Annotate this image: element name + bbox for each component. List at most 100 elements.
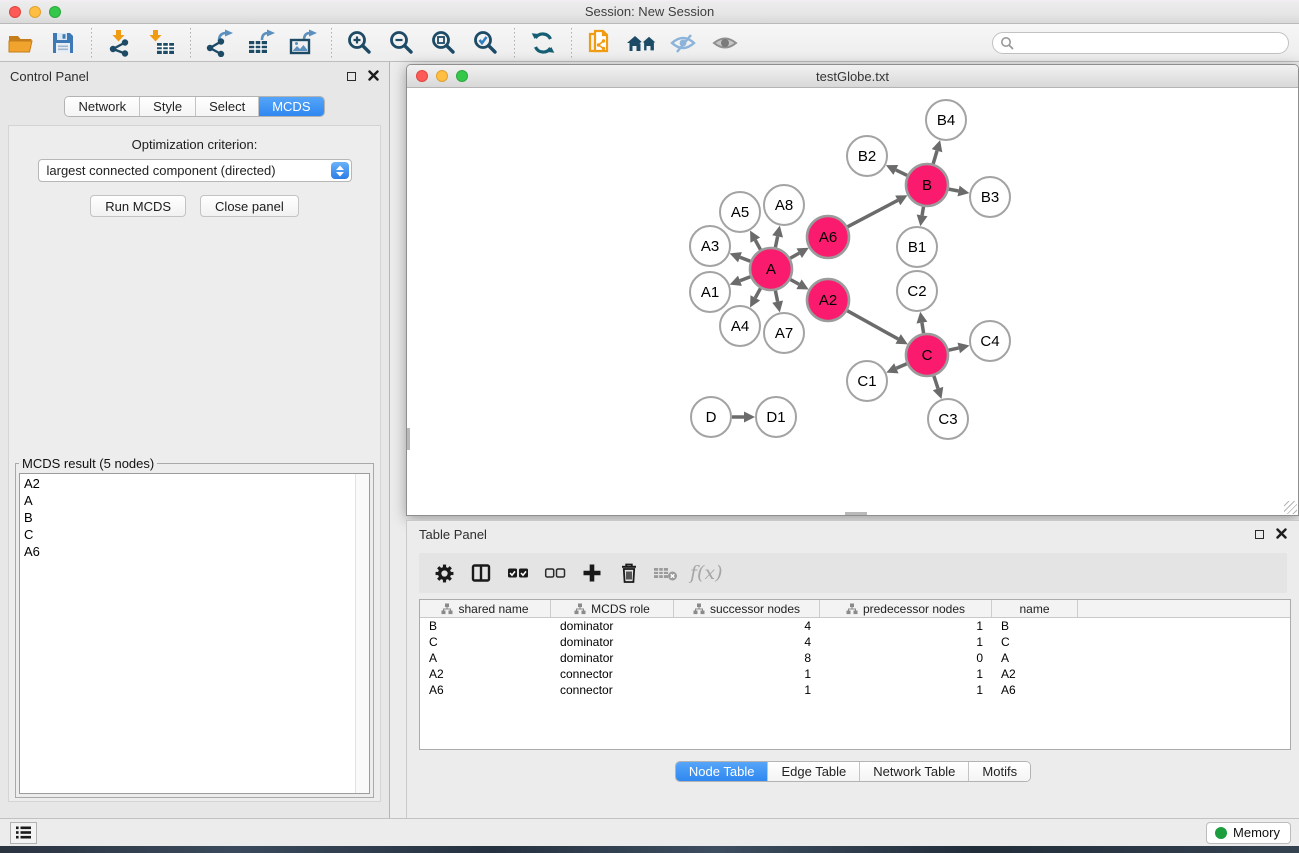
table-row[interactable]: A6connector11A6 bbox=[420, 682, 1290, 698]
table-cell[interactable]: 1 bbox=[820, 683, 992, 697]
zoom-in-button[interactable] bbox=[342, 27, 378, 59]
graph-edge-A-A8[interactable] bbox=[775, 236, 777, 247]
graph-node-A3[interactable]: A3 bbox=[690, 226, 730, 266]
tab-motifs[interactable]: Motifs bbox=[969, 762, 1030, 781]
graph-edge-A-A2[interactable] bbox=[790, 280, 799, 285]
graph-edge-C-C4[interactable] bbox=[948, 348, 958, 350]
table-cell[interactable]: 1 bbox=[674, 683, 820, 697]
graph-node-B2[interactable]: B2 bbox=[847, 136, 887, 176]
graph-node-A2[interactable]: A2 bbox=[807, 279, 849, 321]
table-row[interactable]: A2connector11A2 bbox=[420, 666, 1290, 682]
graph-edge-A-A5[interactable] bbox=[755, 240, 760, 250]
table-row[interactable]: Bdominator41B bbox=[420, 618, 1290, 634]
table-cell[interactable]: A bbox=[992, 651, 1078, 665]
graph-node-B3[interactable]: B3 bbox=[970, 177, 1010, 217]
table-cell[interactable]: B bbox=[992, 619, 1078, 633]
tab-network[interactable]: Network bbox=[65, 97, 140, 116]
graph-edge-A6-B[interactable] bbox=[847, 200, 897, 226]
deselect-all-button[interactable] bbox=[540, 558, 570, 588]
column-header-name[interactable]: name bbox=[992, 600, 1078, 617]
close-panel-icon[interactable] bbox=[368, 69, 379, 84]
graph-node-D[interactable]: D bbox=[691, 397, 731, 437]
graph-edge-B-B2[interactable] bbox=[896, 170, 907, 176]
table-cell[interactable]: dominator bbox=[551, 651, 674, 665]
table-cell[interactable]: A bbox=[420, 651, 551, 665]
export-table-button[interactable] bbox=[243, 27, 279, 59]
open-session-button[interactable] bbox=[3, 27, 39, 59]
graph-node-A4[interactable]: A4 bbox=[720, 306, 760, 346]
close-table-panel-icon[interactable] bbox=[1276, 527, 1287, 542]
optimization-criterion-dropdown[interactable]: largest connected component (directed) bbox=[38, 159, 352, 182]
table-cell[interactable]: 0 bbox=[820, 651, 992, 665]
export-image-button[interactable] bbox=[285, 27, 321, 59]
graph-edge-C-C1[interactable] bbox=[896, 364, 906, 369]
result-list-item[interactable]: B bbox=[20, 509, 354, 526]
column-header-predecessor-nodes[interactable]: predecessor nodes bbox=[820, 600, 992, 617]
graph-node-C3[interactable]: C3 bbox=[928, 399, 968, 439]
apply-layout-button[interactable] bbox=[525, 27, 561, 59]
column-header-MCDS-role[interactable]: MCDS role bbox=[551, 600, 674, 617]
import-table-button[interactable] bbox=[144, 27, 180, 59]
table-cell[interactable]: 4 bbox=[674, 635, 820, 649]
table-cell[interactable]: C bbox=[420, 635, 551, 649]
select-all-button[interactable] bbox=[503, 558, 533, 588]
table-cell[interactable]: dominator bbox=[551, 635, 674, 649]
home-view-button[interactable] bbox=[624, 27, 660, 59]
graph-node-D1[interactable]: D1 bbox=[756, 397, 796, 437]
table-cell[interactable]: connector bbox=[551, 667, 674, 681]
graph-node-B1[interactable]: B1 bbox=[897, 227, 937, 267]
run-mcds-button[interactable]: Run MCDS bbox=[90, 195, 186, 217]
column-header-shared-name[interactable]: shared name bbox=[420, 600, 551, 617]
network-window-titlebar[interactable]: testGlobe.txt bbox=[407, 65, 1298, 88]
graph-node-A[interactable]: A bbox=[750, 248, 792, 290]
result-list-item[interactable]: A6 bbox=[20, 543, 354, 560]
float-table-panel-icon[interactable] bbox=[1255, 530, 1264, 539]
task-history-button[interactable] bbox=[10, 822, 37, 844]
graph-edge-C-C2[interactable] bbox=[922, 323, 924, 334]
graph-edge-B-B4[interactable] bbox=[933, 151, 937, 164]
table-cell[interactable]: A2 bbox=[420, 667, 551, 681]
table-row[interactable]: Adominator80A bbox=[420, 650, 1290, 666]
graph-edge-B-B1[interactable] bbox=[922, 207, 923, 216]
table-cell[interactable]: A6 bbox=[992, 683, 1078, 697]
search-input[interactable] bbox=[1018, 34, 1288, 52]
table-cell[interactable]: B bbox=[420, 619, 551, 633]
graph-node-C2[interactable]: C2 bbox=[897, 271, 937, 311]
float-panel-icon[interactable] bbox=[347, 72, 356, 81]
result-list-item[interactable]: C bbox=[20, 526, 354, 543]
table-cell[interactable]: 1 bbox=[820, 635, 992, 649]
graph-edge-B-B3[interactable] bbox=[949, 189, 959, 191]
tab-edge-table[interactable]: Edge Table bbox=[768, 762, 860, 781]
add-column-button[interactable] bbox=[577, 558, 607, 588]
function-builder-button[interactable]: f(x) bbox=[690, 562, 723, 584]
graph-edge-C-C3[interactable] bbox=[934, 376, 938, 389]
close-panel-button[interactable]: Close panel bbox=[200, 195, 299, 217]
canvas-hscroll-stub[interactable] bbox=[845, 512, 867, 515]
graph-node-B[interactable]: B bbox=[906, 164, 948, 206]
node-table[interactable]: shared nameMCDS rolesuccessor nodesprede… bbox=[419, 599, 1291, 750]
tab-select[interactable]: Select bbox=[196, 97, 259, 116]
show-panels-button[interactable] bbox=[708, 27, 744, 59]
resize-grip-icon[interactable] bbox=[1284, 501, 1297, 514]
graph-node-A5[interactable]: A5 bbox=[720, 192, 760, 232]
export-network-button[interactable] bbox=[201, 27, 237, 59]
graph-node-A7[interactable]: A7 bbox=[764, 313, 804, 353]
delete-column-button[interactable] bbox=[614, 558, 644, 588]
table-cell[interactable]: C bbox=[992, 635, 1078, 649]
mcds-result-list[interactable]: A2ABCA6 bbox=[19, 473, 370, 794]
delete-table-button[interactable] bbox=[651, 558, 681, 588]
graph-node-A6[interactable]: A6 bbox=[807, 216, 849, 258]
table-cell[interactable]: 4 bbox=[674, 619, 820, 633]
table-cell[interactable]: A2 bbox=[992, 667, 1078, 681]
search-field[interactable] bbox=[992, 32, 1289, 54]
import-network-button[interactable] bbox=[102, 27, 138, 59]
graph-node-C1[interactable]: C1 bbox=[847, 361, 887, 401]
result-scrollbar[interactable] bbox=[355, 474, 369, 793]
zoom-fit-button[interactable] bbox=[426, 27, 462, 59]
save-session-button[interactable] bbox=[45, 27, 81, 59]
graph-node-A8[interactable]: A8 bbox=[764, 185, 804, 225]
graph-node-C[interactable]: C bbox=[906, 334, 948, 376]
graph-node-A1[interactable]: A1 bbox=[690, 272, 730, 312]
table-settings-button[interactable] bbox=[429, 558, 459, 588]
tab-mcds[interactable]: MCDS bbox=[259, 97, 323, 116]
